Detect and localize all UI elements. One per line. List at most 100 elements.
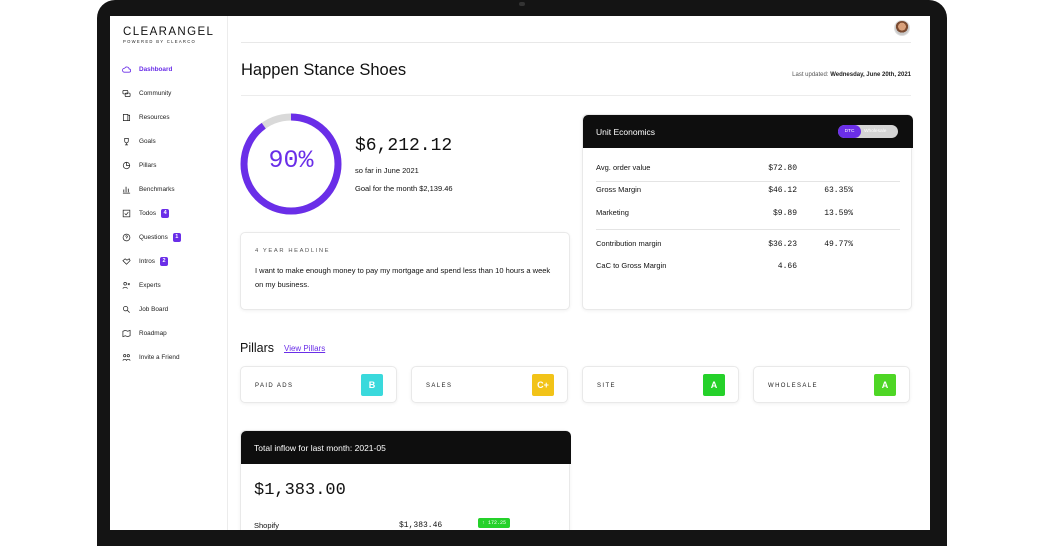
- unit-economics-card: Unit Economics DTC Wholesale Avg. order …: [582, 114, 913, 310]
- sidebar-item-goals[interactable]: Goals: [122, 129, 181, 153]
- page-title: Happen Stance Shoes: [241, 61, 407, 79]
- sidebar-item-label: Questions: [139, 233, 168, 241]
- sidebar-item-roadmap[interactable]: Roadmap: [122, 321, 181, 345]
- sidebar-item-label: Invite a Friend: [139, 353, 180, 361]
- ue-divider: [596, 229, 900, 230]
- headline-label: 4 YEAR HEADLINE: [255, 248, 331, 254]
- ue-value: $9.89: [772, 209, 797, 218]
- unit-economics-title: Unit Economics: [596, 127, 656, 137]
- ue-percent: 13.59%: [824, 209, 853, 218]
- progress-percent: 90%: [268, 146, 314, 175]
- pillar-card[interactable]: SALES C+: [411, 366, 568, 403]
- ue-value: $72.80: [768, 164, 797, 173]
- sidebar-item-label: Dashboard: [139, 65, 173, 73]
- count-badge: 4: [161, 208, 170, 218]
- sidebar-item-community[interactable]: Community: [122, 81, 181, 105]
- headline-text: I want to make enough money to pay my mo…: [255, 266, 551, 289]
- ue-divider: [596, 181, 900, 182]
- pillar-grade-badge: A: [874, 374, 896, 396]
- pillar-grade-badge: A: [703, 374, 725, 396]
- inflow-source: Shopify: [254, 521, 280, 530]
- progress-amount: $6,212.12: [355, 136, 453, 156]
- count-badge: 1: [172, 232, 181, 242]
- sidebar-item-job-board[interactable]: Job Board: [122, 297, 181, 321]
- sidebar-item-experts[interactable]: Experts: [122, 273, 181, 297]
- sidebar-item-todos[interactable]: Todos 4: [122, 201, 181, 225]
- sidebar-item-label: Experts: [139, 281, 161, 289]
- channel-toggle[interactable]: DTC Wholesale: [838, 125, 898, 138]
- bars-icon: [122, 185, 131, 194]
- camera-icon: [519, 2, 525, 6]
- question-icon: [122, 233, 131, 242]
- inflow-amount: $1,383.00: [254, 481, 346, 500]
- book-icon: [122, 113, 131, 122]
- avatar[interactable]: [894, 20, 910, 36]
- progress-period: so far in June 2021: [355, 166, 419, 175]
- chat-icon: [122, 89, 131, 98]
- pillar-card[interactable]: PAID ADS B: [240, 366, 397, 403]
- sidebar-item-label: Job Board: [139, 305, 169, 313]
- pillar-card[interactable]: SITE A: [582, 366, 739, 403]
- map-icon: [122, 329, 131, 338]
- top-divider: [241, 42, 911, 43]
- pillar-label: WHOLESALE: [768, 383, 818, 389]
- toggle-dtc[interactable]: DTC: [838, 125, 861, 138]
- sidebar: CLEARANGEL POWERED BY CLEARCO Dashboard C…: [110, 16, 228, 530]
- sidebar-item-label: Benchmarks: [139, 185, 175, 193]
- app-window: CLEARANGEL POWERED BY CLEARCO Dashboard C…: [110, 16, 930, 530]
- brand-name: CLEARANGEL: [123, 26, 215, 38]
- checkbox-icon: [122, 209, 131, 218]
- trophy-icon: [122, 137, 131, 146]
- count-badge: 2: [159, 256, 169, 266]
- unit-economics-header: Unit Economics DTC Wholesale: [583, 115, 913, 148]
- progress-goal: Goal for the month $2,139.46: [355, 184, 453, 193]
- view-pillars-link[interactable]: View Pillars: [284, 344, 325, 353]
- pillars-heading: Pillars: [240, 341, 275, 355]
- ue-label: Contribution margin: [596, 239, 662, 248]
- last-updated-prefix: Last updated:: [792, 72, 831, 78]
- sidebar-item-label: Todos: [139, 209, 157, 217]
- sidebar-item-invite-a-friend[interactable]: Invite a Friend: [122, 345, 181, 369]
- sidebar-item-label: Goals: [139, 137, 156, 145]
- sidebar-item-dashboard[interactable]: Dashboard: [122, 57, 181, 81]
- pillar-label: SITE: [597, 383, 616, 389]
- cloud-icon: [122, 65, 131, 74]
- sidebar-item-label: Roadmap: [139, 329, 167, 337]
- toggle-wholesale[interactable]: Wholesale: [864, 125, 886, 138]
- pillar-card[interactable]: WHOLESALE A: [753, 366, 910, 403]
- ue-value: $46.12: [768, 186, 797, 195]
- last-updated: Last updated: Wednesday, June 20th, 2021: [792, 72, 911, 78]
- ue-percent: 49.77%: [824, 240, 853, 249]
- inflow-header: Total inflow for last month: 2021-05: [241, 431, 571, 464]
- sidebar-item-label: Community: [139, 89, 172, 97]
- brand-logo[interactable]: CLEARANGEL POWERED BY CLEARCO: [123, 26, 214, 44]
- expert-icon: [122, 281, 131, 290]
- pillar-label: SALES: [426, 383, 453, 389]
- sidebar-item-intros[interactable]: Intros 2: [122, 249, 181, 273]
- sidebar-item-pillars[interactable]: Pillars: [122, 153, 181, 177]
- brand-tagline: POWERED BY CLEARCO: [123, 39, 197, 44]
- pillar-grade-badge: B: [361, 374, 383, 396]
- sidebar-item-label: Resources: [139, 113, 170, 121]
- inflow-source-value: $1,383.46: [399, 521, 443, 530]
- sidebar-item-label: Pillars: [139, 161, 157, 169]
- sidebar-item-resources[interactable]: Resources: [122, 105, 181, 129]
- headline-card: 4 YEAR HEADLINE I want to make enough mo…: [240, 232, 570, 310]
- header-divider: [241, 95, 911, 96]
- ue-value: 4.66: [777, 262, 797, 271]
- job-icon: [122, 305, 131, 314]
- ue-value: $36.23: [768, 240, 797, 249]
- ue-label: CaC to Gross Margin: [596, 261, 667, 270]
- handshake-icon: [122, 257, 131, 266]
- sidebar-item-benchmarks[interactable]: Benchmarks: [122, 177, 181, 201]
- sidebar-item-questions[interactable]: Questions 1: [122, 225, 181, 249]
- inflow-card: Total inflow for last month: 2021-05 $1,…: [240, 430, 571, 530]
- sidebar-item-label: Intros: [139, 257, 155, 265]
- ue-label: Avg. order value: [596, 163, 651, 172]
- last-updated-date: Wednesday, June 20th, 2021: [830, 72, 911, 78]
- ue-label: Marketing: [596, 208, 629, 217]
- people-icon: [122, 353, 131, 362]
- pillar-label: PAID ADS: [255, 383, 294, 389]
- pillar-grade-badge: C+: [532, 374, 554, 396]
- main-content: Happen Stance Shoes Last updated: Wednes…: [228, 16, 930, 530]
